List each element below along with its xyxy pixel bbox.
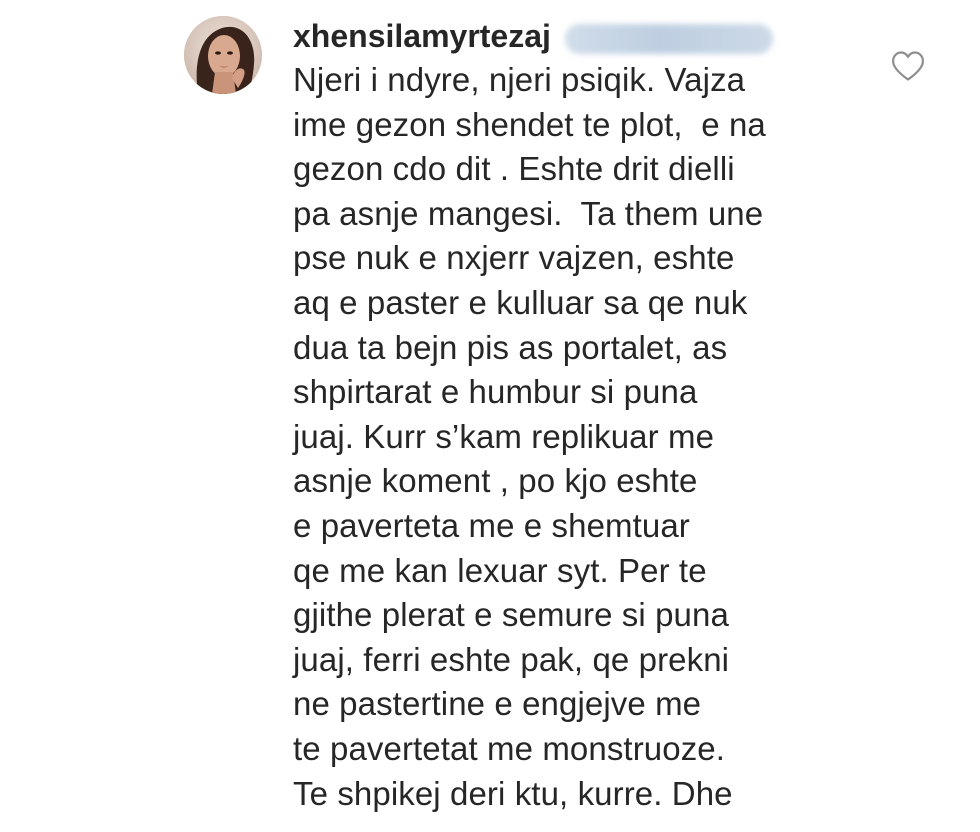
username-link[interactable]: xhensilamyrtezaj [293,18,551,54]
comment-line: gjithe plerat e semure si puna [293,596,729,634]
comment-text: Njeri i ndyre, njeri psiqik. Vajza ime g… [293,58,893,816]
heart-outline-icon [892,51,924,81]
comment: xhensilamyrtezaj Njeri i ndyre, njeri ps… [0,0,980,832]
comment-line: ime gezon shendet te plot, e na [293,105,766,143]
comment-line: aq e paster e kulluar sa qe nuk [293,283,748,321]
comment-line: qe me kan lexuar syt. Per te [293,551,707,589]
like-button[interactable] [891,50,925,82]
comment-line: Te shpikej deri ktu, kurre. Dhe [293,774,733,812]
comment-line: dua ta bejn pis as portalet, as [293,328,728,366]
comment-line: pse nuk e nxjerr vajzen, eshte [293,239,735,277]
comment-line: juaj, ferri eshte pak, qe prekni [293,640,730,678]
comment-body: xhensilamyrtezaj Njeri i ndyre, njeri ps… [293,14,893,816]
blurred-mention [564,23,773,54]
comment-line: e paverteta me e shemtuar [293,506,690,544]
comment-line: juaj. Kurr s’kam replikuar me [293,417,715,455]
comment-line: asnje koment , po kjo eshte [293,462,698,500]
comment-line: Njeri i ndyre, njeri psiqik. Vajza [293,61,746,98]
comment-header: xhensilamyrtezaj [293,14,893,58]
comment-line: gezon cdo dit . Eshte drit dielli [293,150,735,188]
comment-line: pa asnje mangesi. Ta them une [293,194,764,232]
comment-line: ne pastertine e engjejve me [293,685,702,723]
user-avatar[interactable] [184,16,262,94]
comment-line: shpirtarat e humbur si puna [293,373,698,411]
comment-line: te pavertetat me monstruoze. [293,729,726,767]
